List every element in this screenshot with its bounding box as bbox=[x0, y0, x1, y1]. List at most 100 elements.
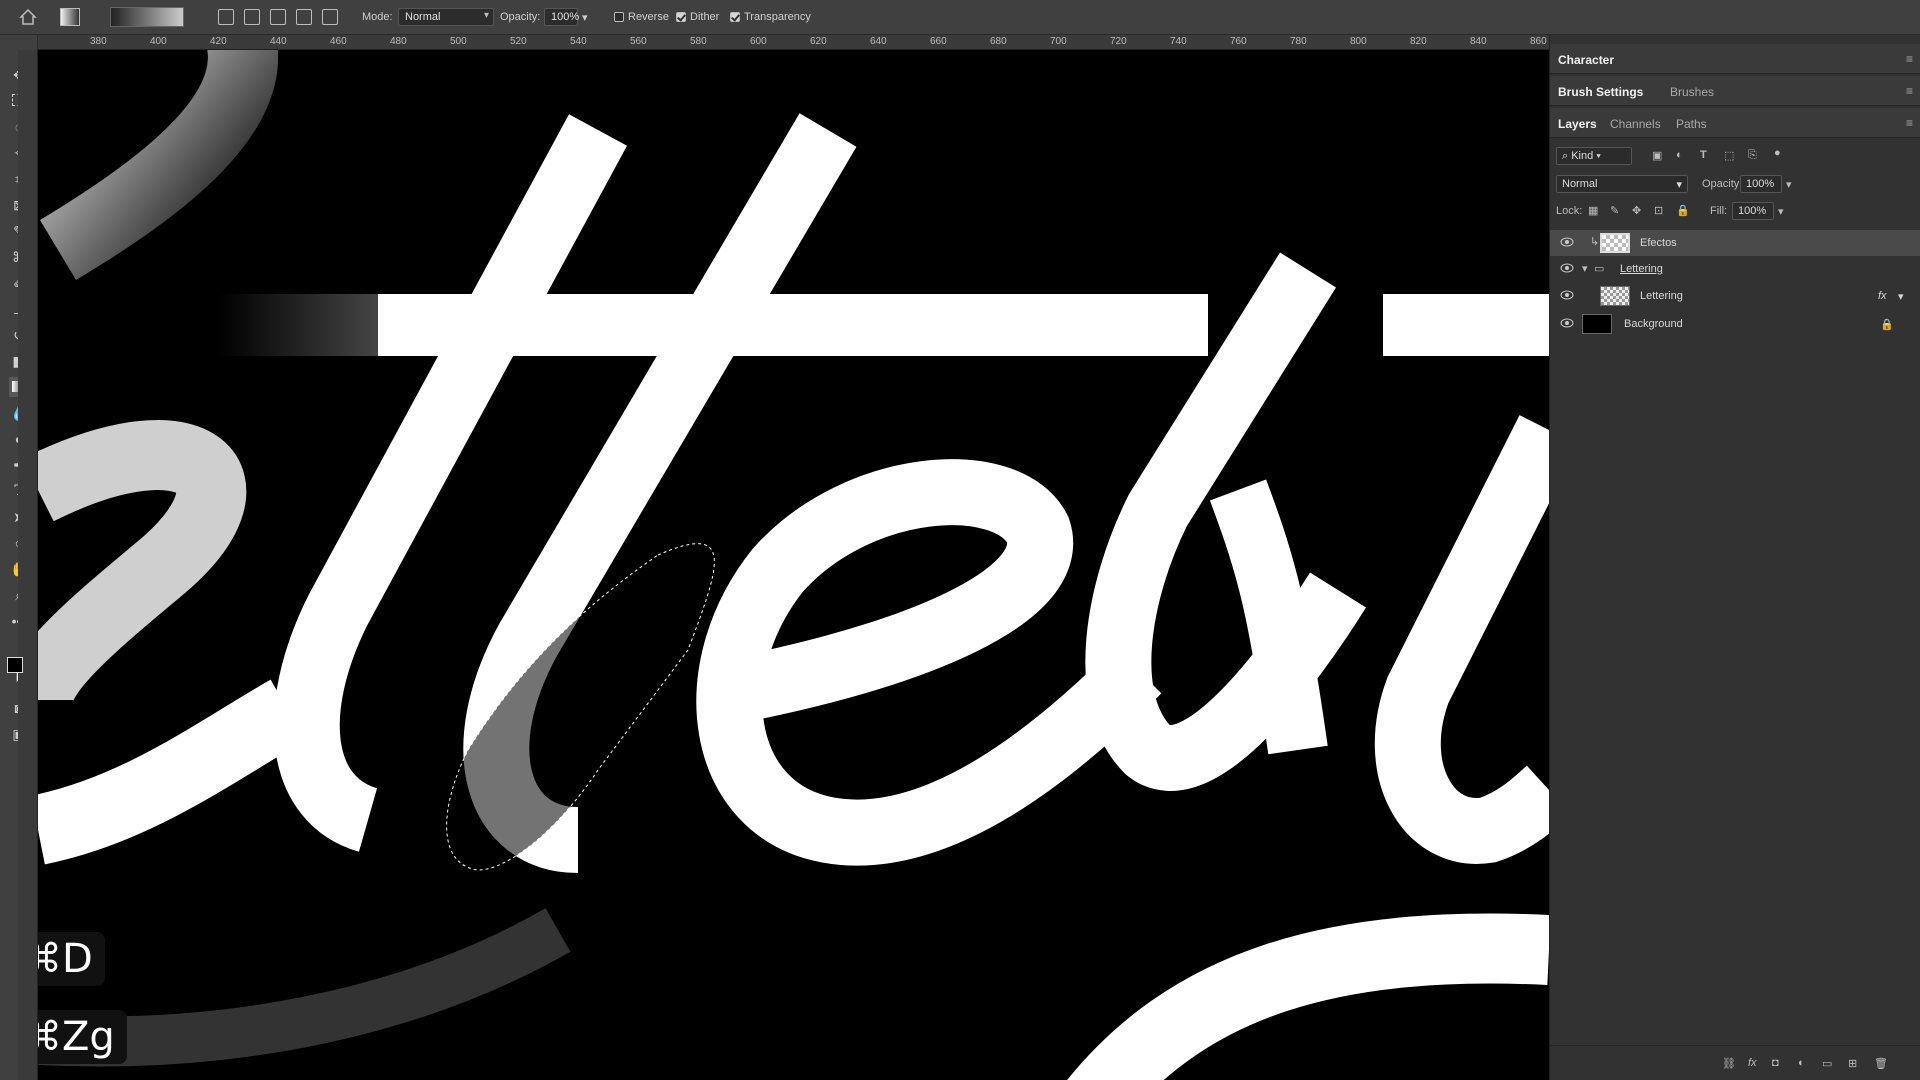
deselect-shortcut-badge: ⌘D bbox=[38, 932, 105, 986]
visibility-eye-icon[interactable] bbox=[1560, 318, 1574, 328]
effects-expand-chevron-icon[interactable]: ▾ bbox=[1898, 290, 1904, 303]
diamond-gradient-icon[interactable] bbox=[322, 9, 338, 25]
ruler-tick-label: 680 bbox=[990, 36, 1007, 47]
link-layers-icon[interactable]: ⛓ bbox=[1722, 1057, 1736, 1070]
reverse-checkbox[interactable] bbox=[614, 12, 624, 22]
gradient-picker[interactable] bbox=[110, 7, 184, 27]
angle-gradient-icon[interactable] bbox=[270, 9, 286, 25]
ruler-tick-label: 400 bbox=[150, 36, 167, 47]
lock-all-icon[interactable]: 🔒 bbox=[1676, 204, 1690, 217]
ruler-tick-label: 540 bbox=[570, 36, 587, 47]
lock-artboard-icon[interactable]: ⊡ bbox=[1654, 204, 1663, 217]
new-group-icon[interactable]: ▭ bbox=[1822, 1057, 1832, 1070]
brush-panel-header: Brush Settings Brushes ≡ bbox=[1550, 76, 1920, 106]
tab-paths[interactable]: Paths bbox=[1676, 117, 1707, 131]
panel-menu-icon[interactable]: ≡ bbox=[1906, 116, 1913, 130]
layer-row-efectos[interactable]: ↳ Efectos bbox=[1550, 230, 1920, 256]
transparency-checkbox[interactable] bbox=[730, 12, 740, 22]
opacity-label: Opacity: bbox=[500, 11, 541, 23]
blend-mode-select[interactable]: Normal ▾ bbox=[1556, 175, 1688, 193]
ruler-tick-label: 500 bbox=[450, 36, 467, 47]
ruler-tick-label: 660 bbox=[930, 36, 947, 47]
background-lock-icon: 🔒 bbox=[1880, 319, 1894, 331]
filter-smart-object-icon[interactable]: ⎘ bbox=[1748, 149, 1757, 162]
delete-layer-icon[interactable]: 🗑 bbox=[1874, 1057, 1888, 1070]
layer-name: Efectos bbox=[1640, 237, 1677, 249]
add-style-fx-icon[interactable]: fx bbox=[1748, 1057, 1757, 1069]
home-icon[interactable] bbox=[18, 8, 38, 26]
add-mask-icon[interactable]: ◘ bbox=[1772, 1057, 1779, 1069]
group-expand-chevron-icon[interactable]: ▾ bbox=[1582, 262, 1588, 275]
tab-brushes[interactable]: Brushes bbox=[1670, 85, 1714, 99]
transparency-label: Transparency bbox=[744, 11, 811, 23]
tab-channels[interactable]: Channels bbox=[1610, 117, 1661, 131]
undo-shortcut-badge: ⌘Zg bbox=[38, 1010, 127, 1064]
vertical-ruler bbox=[18, 50, 38, 1080]
mode-value: Normal bbox=[405, 11, 441, 23]
foreground-color-swatch[interactable] bbox=[7, 657, 23, 673]
lock-transparent-icon[interactable]: ▦ bbox=[1588, 204, 1598, 217]
layer-kind-filter[interactable]: ⌕ Kind ▾ bbox=[1556, 147, 1632, 165]
ruler-tick-label: 580 bbox=[690, 36, 707, 47]
ruler-tick-label: 560 bbox=[630, 36, 647, 47]
dither-label: Dither bbox=[690, 11, 720, 23]
mode-label: Mode: bbox=[362, 11, 393, 23]
layers-panel-header: Layers Channels Paths ≡ bbox=[1550, 108, 1920, 138]
ruler-tick-label: 480 bbox=[390, 36, 407, 47]
layer-opacity-input[interactable]: 100% bbox=[1740, 175, 1782, 193]
filter-pixel-icon[interactable]: ▣ bbox=[1652, 149, 1662, 162]
ruler-tick-label: 740 bbox=[1170, 36, 1187, 47]
ruler-tick-label: 460 bbox=[330, 36, 347, 47]
lock-position-icon[interactable]: ✥ bbox=[1632, 204, 1641, 217]
tab-character[interactable]: Character bbox=[1558, 53, 1614, 67]
ruler-tick-label: 700 bbox=[1050, 36, 1067, 47]
opacity-dropdown-icon[interactable]: ▾ bbox=[582, 11, 588, 24]
fill-value: 100% bbox=[1738, 205, 1767, 217]
layer-row-lettering[interactable]: Lettering fx ▾ bbox=[1550, 283, 1920, 309]
panels-dock: Character ≡ Brush Settings Brushes ≡ Lay… bbox=[1549, 35, 1920, 1080]
clipping-link-icon: ↳ bbox=[1590, 236, 1600, 248]
ruler-tick-label: 840 bbox=[1470, 36, 1487, 47]
layer-row-background[interactable]: Background 🔒 bbox=[1550, 311, 1920, 337]
layer-opacity-label: Opacity: bbox=[1702, 178, 1743, 190]
layer-name: Lettering bbox=[1640, 290, 1683, 302]
mode-select[interactable]: Normal ▾ bbox=[398, 8, 494, 26]
layer-thumbnail bbox=[1582, 314, 1612, 334]
panel-menu-icon[interactable]: ≡ bbox=[1906, 52, 1913, 66]
fill-input[interactable]: 100% bbox=[1732, 202, 1774, 220]
filter-type-icon[interactable]: T bbox=[1700, 149, 1707, 161]
ruler-tick-label: 640 bbox=[870, 36, 887, 47]
filter-shape-icon[interactable]: ⬚ bbox=[1724, 149, 1734, 162]
filter-toggle-icon[interactable]: ● bbox=[1774, 147, 1781, 159]
dither-checkbox[interactable] bbox=[676, 12, 686, 22]
layer-effects-fx-icon[interactable]: fx bbox=[1878, 290, 1887, 302]
panel-menu-icon[interactable]: ≡ bbox=[1906, 84, 1913, 98]
new-adjustment-icon[interactable]: ◐ bbox=[1798, 1057, 1805, 1069]
layer-row-lettering-group[interactable]: ▾ ▭ Lettering bbox=[1550, 256, 1920, 282]
ruler-tick-label: 380 bbox=[90, 36, 107, 47]
lock-image-icon[interactable]: ✎ bbox=[1610, 204, 1619, 217]
tab-layers[interactable]: Layers bbox=[1558, 117, 1597, 131]
visibility-eye-icon[interactable] bbox=[1560, 237, 1574, 247]
ruler-tick-label: 800 bbox=[1350, 36, 1367, 47]
filter-adjustment-icon[interactable]: ◐ bbox=[1676, 149, 1683, 161]
blend-mode-value: Normal bbox=[1562, 178, 1598, 190]
visibility-eye-icon[interactable] bbox=[1560, 290, 1574, 300]
layer-name: Background bbox=[1624, 318, 1683, 330]
document-canvas[interactable]: ⌘D ⌘Zg bbox=[38, 50, 1549, 1080]
ruler-tick-label: 820 bbox=[1410, 36, 1427, 47]
gradient-tool-preset-icon[interactable] bbox=[60, 8, 80, 26]
opacity-dropdown-icon[interactable]: ▾ bbox=[1786, 178, 1792, 191]
opacity-input[interactable]: 100% bbox=[544, 8, 579, 26]
new-layer-icon[interactable]: ⊞ bbox=[1848, 1057, 1857, 1070]
linear-gradient-icon[interactable] bbox=[218, 9, 234, 25]
radial-gradient-icon[interactable] bbox=[244, 9, 260, 25]
reflected-gradient-icon[interactable] bbox=[296, 9, 312, 25]
character-panel-header: Character ≡ bbox=[1550, 44, 1920, 74]
visibility-eye-icon[interactable] bbox=[1560, 263, 1574, 273]
ruler-tick-label: 620 bbox=[810, 36, 827, 47]
ruler-tick-label: 440 bbox=[270, 36, 287, 47]
fill-dropdown-icon[interactable]: ▾ bbox=[1778, 205, 1784, 218]
ruler-tick-label: 780 bbox=[1290, 36, 1307, 47]
tab-brush-settings[interactable]: Brush Settings bbox=[1558, 85, 1643, 99]
